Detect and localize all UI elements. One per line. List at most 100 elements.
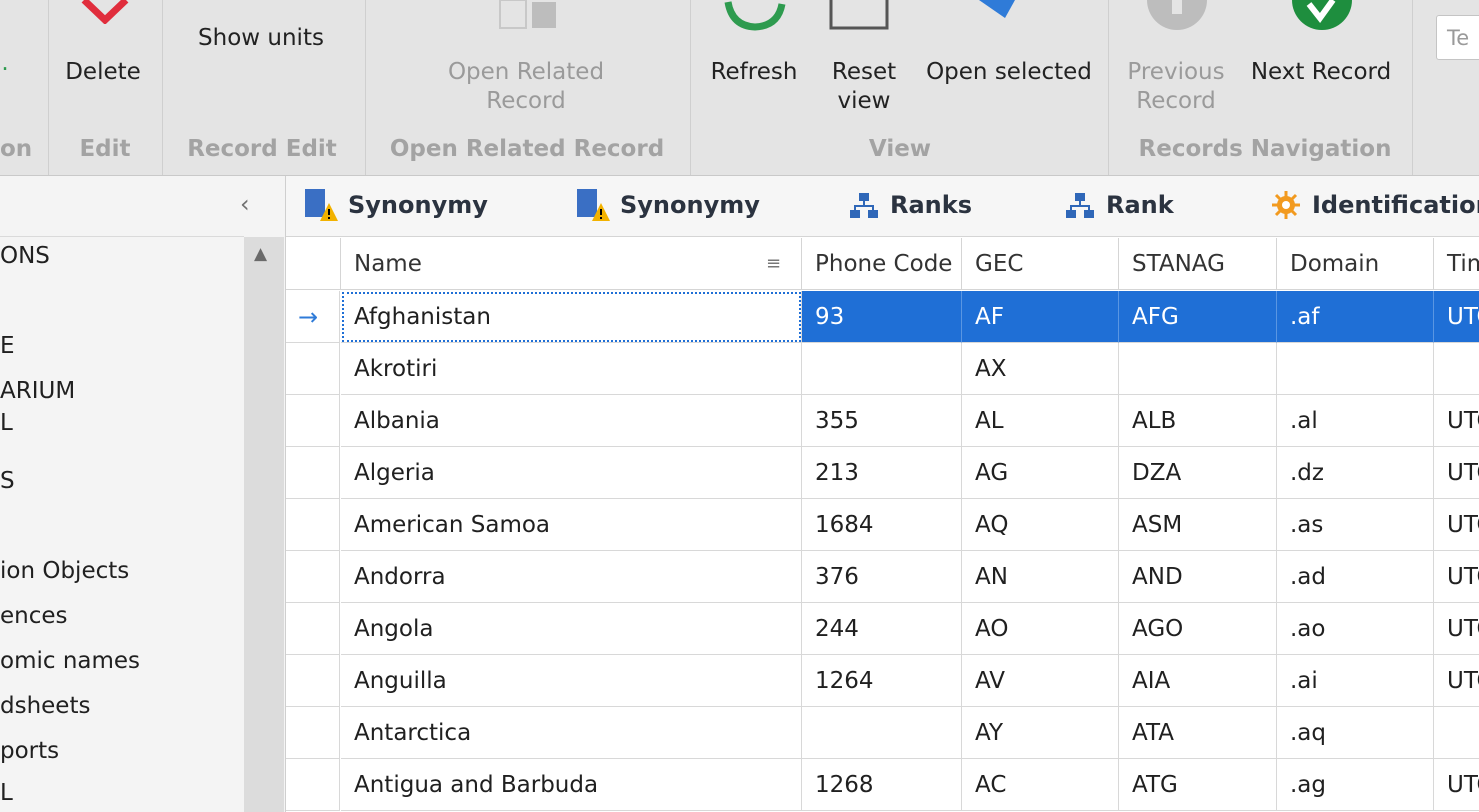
nav-item[interactable]: omic names [0,648,140,674]
nav-item[interactable]: dsheets [0,693,90,719]
column-header-stanag[interactable]: STANAG [1119,238,1277,290]
cell-time[interactable]: UTC [1434,603,1479,655]
tab-synonymy[interactable]: Synonymy [302,187,488,223]
tab-identification[interactable]: Identification [1270,187,1479,223]
nav-item[interactable]: E [0,333,15,359]
row-indicator[interactable]: → [286,291,340,343]
cell-domain[interactable]: .al [1277,395,1434,447]
tab-ranks[interactable]: Ranks [848,187,972,223]
cell-stanag[interactable]: AFG [1119,291,1277,343]
row-indicator[interactable] [286,707,340,759]
scrollbar[interactable] [244,237,284,812]
cell-gec[interactable]: AF [962,291,1119,343]
row-indicator[interactable] [286,343,340,395]
column-header-time[interactable]: Tim [1434,238,1479,290]
cell-stanag[interactable]: AGO [1119,603,1277,655]
cell-gec[interactable]: AX [962,343,1119,395]
cell-stanag[interactable]: ATG [1119,759,1277,811]
nav-item[interactable]: ion Objects [0,558,129,584]
collapse-panel-icon[interactable]: ‹ [240,190,250,218]
cell-gec[interactable]: AQ [962,499,1119,551]
cell-name[interactable]: Algeria [341,447,802,499]
cell-phone-code[interactable]: 1268 [802,759,962,811]
cell-time[interactable] [1434,707,1479,759]
show-units-button[interactable]: Show units [175,24,347,53]
cell-stanag[interactable]: DZA [1119,447,1277,499]
nav-item[interactable]: ports [0,738,59,764]
cell-time[interactable] [1434,343,1479,395]
column-header-phone-code[interactable]: Phone Code [802,238,962,290]
nav-item[interactable]: S [0,468,15,494]
search-input[interactable]: Te [1436,15,1479,60]
cell-domain[interactable]: .ao [1277,603,1434,655]
row-indicator[interactable] [286,655,340,707]
tab-synonymy-2[interactable]: Synonymy [574,187,760,223]
cell-phone-code[interactable] [802,707,962,759]
cell-time[interactable]: UTC [1434,395,1479,447]
nav-item[interactable]: ARIUM [0,378,75,404]
nav-item[interactable]: L [0,410,13,436]
cell-name[interactable]: American Samoa [341,499,802,551]
cell-time[interactable]: UTC [1434,655,1479,707]
cell-gec[interactable]: AO [962,603,1119,655]
open-selected-button[interactable]: Open selected [924,58,1094,87]
cell-name[interactable]: Antarctica [341,707,802,759]
cell-phone-code[interactable]: 1264 [802,655,962,707]
cell-stanag[interactable]: ATA [1119,707,1277,759]
cell-gec[interactable]: AC [962,759,1119,811]
nav-item[interactable]: ONS [0,243,50,269]
cell-name[interactable]: Angola [341,603,802,655]
column-header-name[interactable]: Name ≡ [341,238,802,290]
cell-stanag[interactable]: AND [1119,551,1277,603]
cell-phone-code[interactable] [802,343,962,395]
row-indicator[interactable] [286,395,340,447]
cell-name[interactable]: Albania [341,395,802,447]
cell-phone-code[interactable]: 93 [802,291,962,343]
cell-time[interactable]: UTC [1434,551,1479,603]
cell-phone-code[interactable]: 1684 [802,499,962,551]
open-related-record-button[interactable]: Open Related Record [430,58,622,116]
cell-gec[interactable]: AN [962,551,1119,603]
nav-item[interactable]: L [0,780,13,806]
delete-button[interactable]: Delete [52,58,154,87]
cell-phone-code[interactable]: 376 [802,551,962,603]
cell-domain[interactable]: .dz [1277,447,1434,499]
tab-rank[interactable]: Rank [1064,187,1174,223]
row-indicator[interactable] [286,499,340,551]
cell-phone-code[interactable]: 244 [802,603,962,655]
column-header-gec[interactable]: GEC [962,238,1119,290]
row-indicator[interactable] [286,603,340,655]
scroll-up-icon[interactable]: ▲ [254,244,267,264]
cell-stanag[interactable] [1119,343,1277,395]
cell-gec[interactable]: AV [962,655,1119,707]
cell-gec[interactable]: AY [962,707,1119,759]
cell-stanag[interactable]: ASM [1119,499,1277,551]
refresh-button[interactable]: Refresh [704,58,804,87]
cell-time[interactable]: UTC [1434,499,1479,551]
cell-time[interactable]: UTC [1434,291,1479,343]
next-record-button[interactable]: Next Record [1246,58,1396,87]
cell-domain[interactable]: .ad [1277,551,1434,603]
nav-item[interactable]: ences [0,603,68,629]
cell-domain[interactable]: .ag [1277,759,1434,811]
cell-name[interactable]: Antigua and Barbuda [341,759,802,811]
cell-name[interactable]: Andorra [341,551,802,603]
cell-stanag[interactable]: AIA [1119,655,1277,707]
cell-gec[interactable]: AL [962,395,1119,447]
cell-domain[interactable]: .ai [1277,655,1434,707]
cell-time[interactable]: UTC [1434,447,1479,499]
cell-time[interactable]: UTC [1434,759,1479,811]
cell-domain[interactable] [1277,343,1434,395]
row-indicator[interactable] [286,551,340,603]
column-header-domain[interactable]: Domain [1277,238,1434,290]
cell-name[interactable]: Akrotiri [341,343,802,395]
cell-domain[interactable]: .as [1277,499,1434,551]
cell-name[interactable]: Afghanistan [341,291,802,343]
row-indicator[interactable] [286,759,340,811]
cell-stanag[interactable]: ALB [1119,395,1277,447]
cell-phone-code[interactable]: 355 [802,395,962,447]
cell-name[interactable]: Anguilla [341,655,802,707]
cell-domain[interactable]: .aq [1277,707,1434,759]
cell-domain[interactable]: .af [1277,291,1434,343]
previous-record-button[interactable]: Previous Record [1120,58,1232,116]
